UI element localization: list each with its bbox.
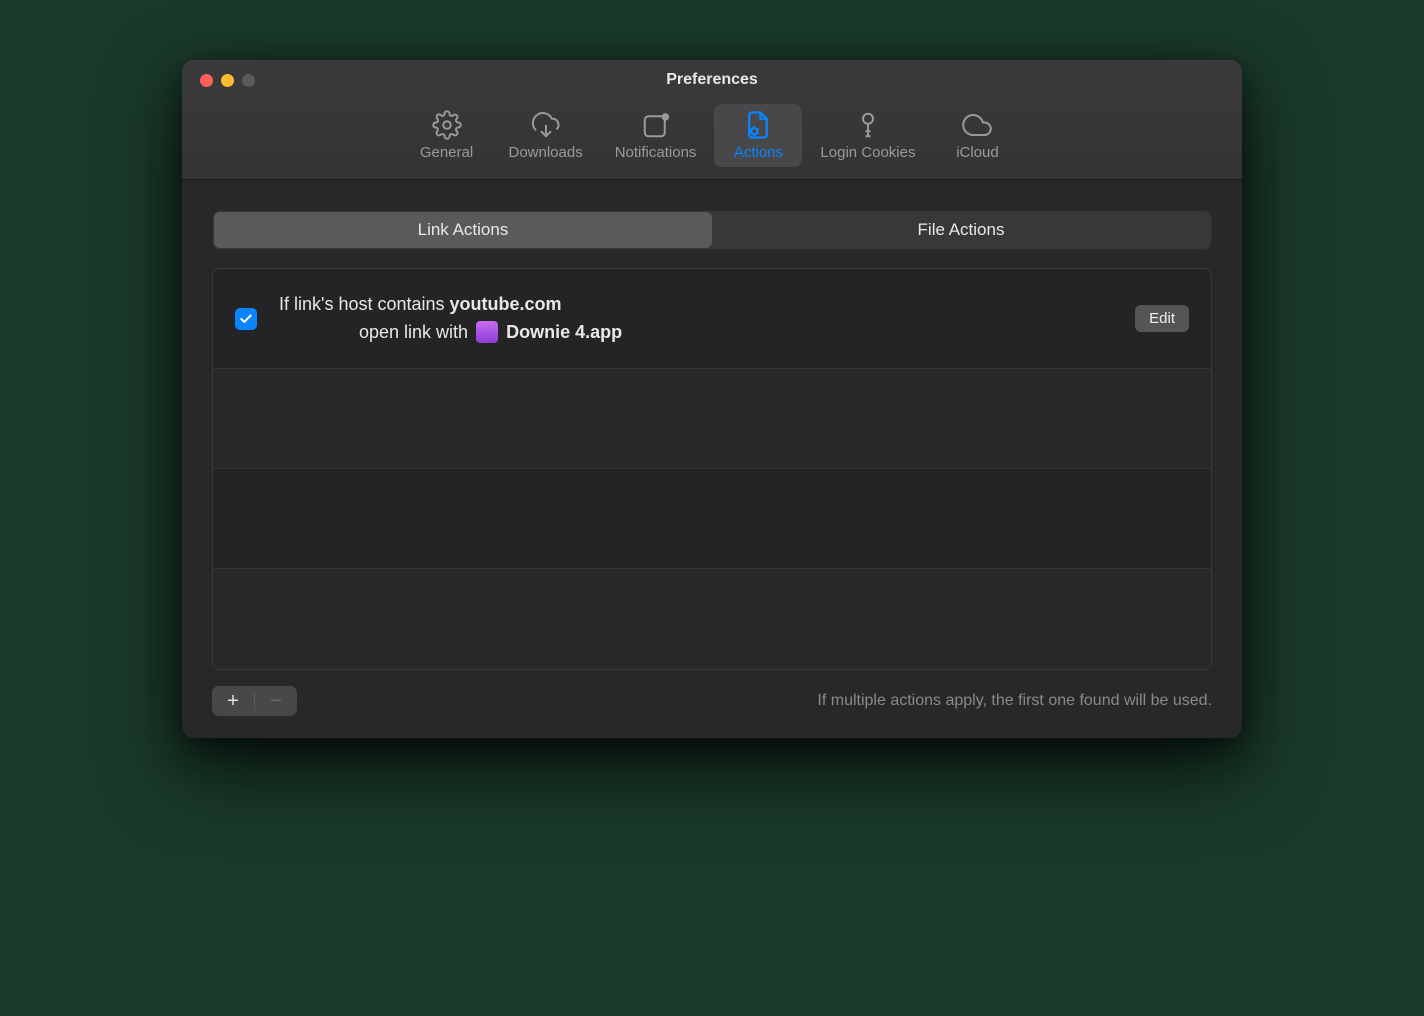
cloud-icon	[962, 110, 992, 140]
remove-rule-button[interactable]: −	[255, 686, 297, 716]
rule-action: open link with Downie 4.app	[279, 321, 1113, 343]
add-rule-button[interactable]: +	[212, 686, 254, 716]
rule-condition-prefix: If link's host contains	[279, 294, 450, 314]
plus-icon: +	[227, 690, 239, 713]
tab-label: Actions	[734, 144, 783, 161]
segment-label: File Actions	[918, 220, 1005, 240]
empty-row	[213, 569, 1211, 669]
tab-label: Notifications	[615, 144, 697, 161]
minimize-window-button[interactable]	[221, 74, 234, 87]
close-window-button[interactable]	[200, 74, 213, 87]
edit-rule-button[interactable]: Edit	[1135, 305, 1189, 332]
app-icon	[476, 321, 498, 343]
tab-label: Login Cookies	[820, 144, 915, 161]
segment-file-actions[interactable]: File Actions	[712, 212, 1210, 248]
rule-condition: If link's host contains youtube.com	[279, 294, 1113, 315]
titlebar-top: Preferences	[182, 60, 1242, 100]
empty-row	[213, 469, 1211, 569]
window-title: Preferences	[182, 71, 1242, 89]
rule-app-name: Downie 4.app	[506, 322, 622, 343]
footer-hint: If multiple actions apply, the first one…	[817, 692, 1212, 710]
notification-icon	[641, 110, 671, 140]
zoom-window-button[interactable]	[242, 74, 255, 87]
rules-list: If link's host contains youtube.com open…	[212, 268, 1212, 670]
tab-general[interactable]: General	[403, 104, 491, 167]
tab-label: General	[420, 144, 473, 161]
content: Link Actions File Actions If link's host…	[182, 180, 1242, 738]
key-icon	[853, 110, 883, 140]
rule-enabled-checkbox[interactable]	[235, 308, 257, 330]
rule-row[interactable]: If link's host contains youtube.com open…	[213, 269, 1211, 369]
minus-icon: −	[270, 690, 282, 713]
segment-label: Link Actions	[418, 220, 509, 240]
rule-description: If link's host contains youtube.com open…	[279, 294, 1113, 343]
file-gear-icon	[743, 110, 773, 140]
cloud-download-icon	[531, 110, 561, 140]
tab-label: iCloud	[956, 144, 999, 161]
traffic-lights	[200, 74, 255, 87]
tab-label: Downloads	[509, 144, 583, 161]
gear-icon	[432, 110, 462, 140]
tab-notifications[interactable]: Notifications	[601, 104, 711, 167]
add-remove-group: + −	[212, 686, 297, 716]
titlebar: Preferences General Downloads Notificati…	[182, 60, 1242, 180]
toolbar: General Downloads Notifications Actions	[182, 100, 1242, 179]
tab-icloud[interactable]: iCloud	[933, 104, 1021, 167]
rule-action-prefix: open link with	[359, 322, 468, 343]
empty-row	[213, 369, 1211, 469]
tab-login-cookies[interactable]: Login Cookies	[806, 104, 929, 167]
rule-condition-value: youtube.com	[450, 294, 562, 314]
tab-actions[interactable]: Actions	[714, 104, 802, 167]
preferences-window: Preferences General Downloads Notificati…	[182, 60, 1242, 738]
segment-link-actions[interactable]: Link Actions	[214, 212, 712, 248]
footer: + − If multiple actions apply, the first…	[212, 686, 1212, 716]
segmented-control: Link Actions File Actions	[212, 210, 1212, 250]
tab-downloads[interactable]: Downloads	[495, 104, 597, 167]
